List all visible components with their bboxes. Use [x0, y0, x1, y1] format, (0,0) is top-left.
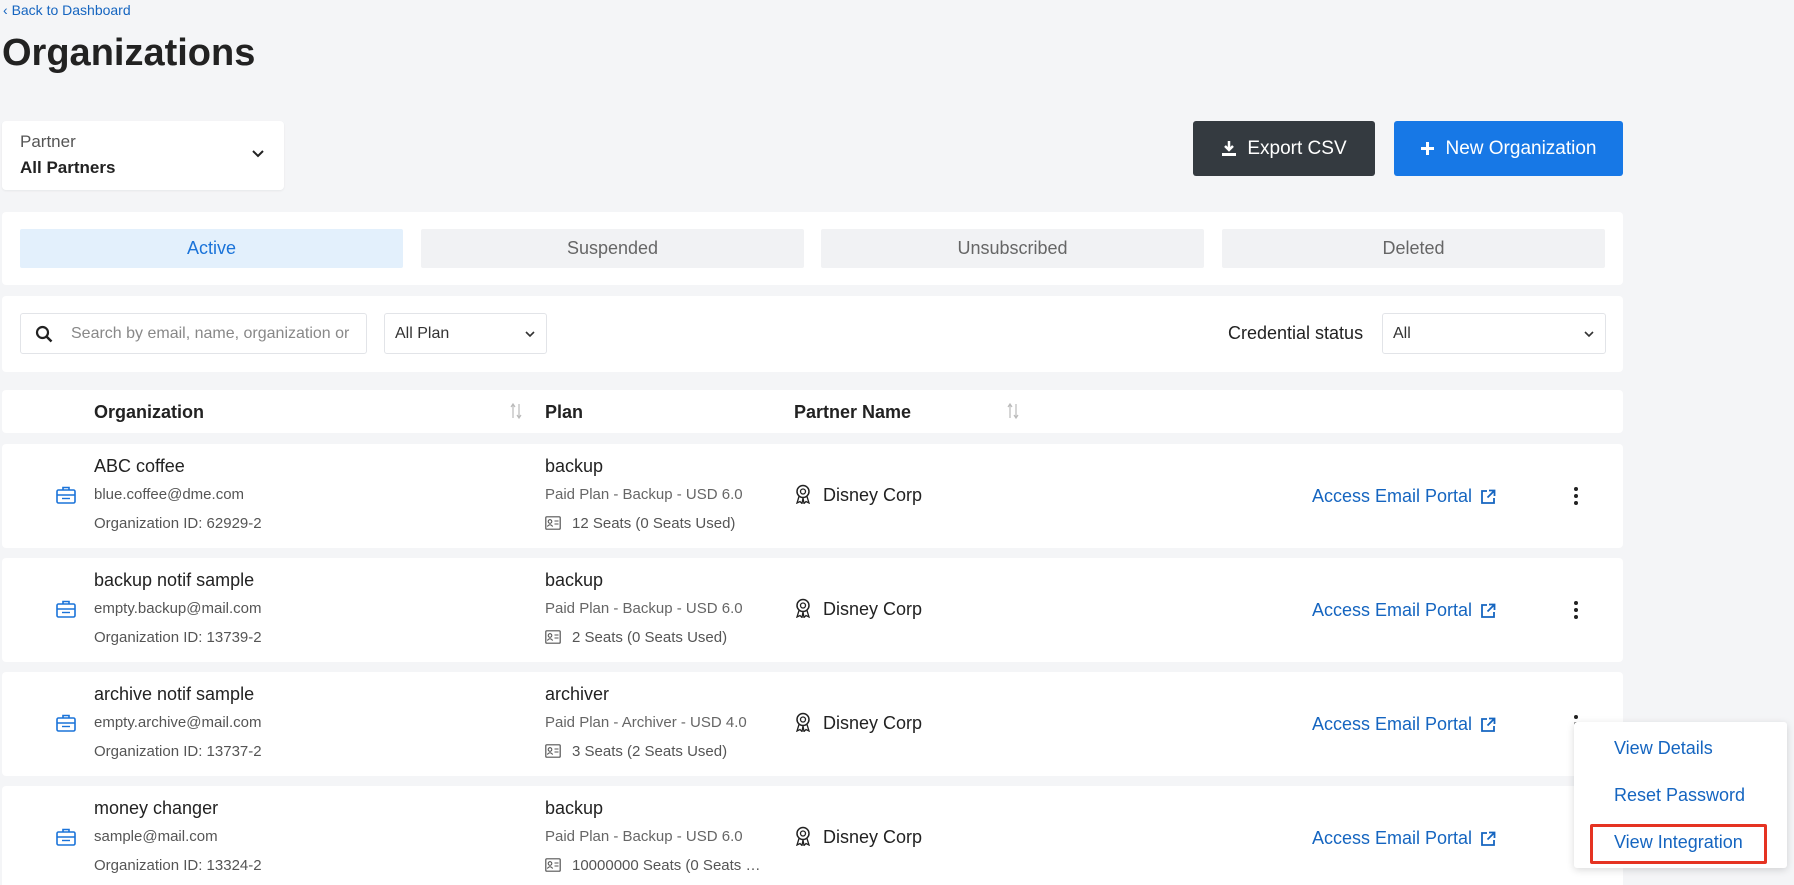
organization-email: empty.backup@mail.com: [94, 600, 262, 617]
plan-description: Paid Plan - Archiver - USD 4.0: [545, 714, 747, 731]
export-csv-label: Export CSV: [1247, 137, 1347, 159]
partner-badge-icon: [796, 712, 810, 732]
access-email-portal-label: Access Email Portal: [1312, 486, 1473, 506]
credential-status-select[interactable]: All: [1382, 313, 1606, 354]
credential-status-label: Credential status: [1228, 323, 1364, 343]
sort-icon[interactable]: [1007, 402, 1019, 420]
partner-select-value: All Partners: [20, 158, 116, 177]
export-csv-button[interactable]: Export CSV: [1193, 121, 1375, 176]
organization-id: Organization ID: 13324-2: [94, 857, 262, 874]
partner-badge-icon: [796, 598, 810, 618]
table-header: Organization Plan Partner Name: [2, 390, 1623, 433]
filter-bar: All Plan Credential status All: [2, 296, 1623, 372]
organization-name: archive notif sample: [94, 684, 255, 704]
plan-name: backup: [545, 570, 604, 590]
access-email-portal-link[interactable]: Access Email Portal: [1312, 600, 1496, 621]
seats-count: 10000000 Seats (0 Seats Used): [572, 857, 770, 874]
menu-item-view-integration[interactable]: View Integration: [1614, 832, 1743, 853]
access-email-portal-link[interactable]: Access Email Portal: [1312, 828, 1496, 849]
tab-active[interactable]: Active: [20, 229, 403, 268]
back-to-dashboard-link[interactable]: ‹ Back to Dashboard: [3, 2, 131, 18]
partner-select-label: Partner: [20, 132, 76, 151]
credential-status-value: All: [1393, 324, 1411, 342]
search-box: [20, 313, 367, 354]
download-icon: [1222, 141, 1237, 156]
seat-card-icon: [545, 630, 561, 644]
organization-name: backup notif sample: [94, 570, 255, 590]
chevron-down-icon: [252, 150, 264, 158]
menu-item-view-details[interactable]: View Details: [1614, 738, 1713, 759]
chevron-left-icon: ‹: [3, 2, 8, 18]
column-header-partner[interactable]: Partner Name: [794, 402, 911, 423]
status-tabs: Active Suspended Unsubscribed Deleted: [2, 212, 1623, 285]
menu-item-reset-password[interactable]: Reset Password: [1614, 785, 1745, 806]
plan-name: backup: [545, 798, 604, 818]
column-header-plan: Plan: [545, 402, 584, 422]
plan-name: backup: [545, 456, 604, 476]
partner-name: Disney Corp: [823, 599, 923, 619]
table-row[interactable]: archive notif sample empty.archive@mail.…: [2, 672, 1623, 776]
external-link-icon: [1481, 489, 1496, 504]
column-header-organization[interactable]: Organization: [94, 402, 204, 423]
partner-badge-icon: [796, 826, 810, 846]
organization-email: blue.coffee@dme.com: [94, 486, 245, 503]
external-link-icon: [1481, 603, 1496, 618]
plan-name: archiver: [545, 684, 610, 704]
briefcase-icon: [56, 600, 76, 618]
partner-select[interactable]: Partner All Partners: [2, 121, 284, 190]
chevron-down-icon: [525, 330, 535, 337]
access-email-portal-label: Access Email Portal: [1312, 600, 1473, 620]
row-actions-menu: View Details Reset Password View Integra…: [1574, 722, 1787, 868]
seats-count: 3 Seats (2 Seats Used): [572, 743, 728, 760]
seat-card-icon: [545, 744, 561, 758]
external-link-icon: [1481, 717, 1496, 732]
table-row[interactable]: ABC coffee blue.coffee@dme.com Organizat…: [2, 444, 1623, 548]
briefcase-icon: [56, 828, 76, 846]
plan-select-value: All Plan: [395, 324, 450, 342]
seats-count: 12 Seats (0 Seats Used): [572, 515, 736, 532]
external-link-icon: [1481, 831, 1496, 846]
tab-unsubscribed[interactable]: Unsubscribed: [821, 229, 1204, 268]
access-email-portal-link[interactable]: Access Email Portal: [1312, 486, 1496, 507]
table-row[interactable]: money changer sample@mail.com Organizati…: [2, 786, 1623, 885]
access-email-portal-label: Access Email Portal: [1312, 828, 1473, 848]
partner-name: Disney Corp: [823, 713, 923, 733]
plan-description: Paid Plan - Backup - USD 6.0: [545, 600, 743, 617]
sort-icon[interactable]: [510, 402, 522, 420]
more-options-icon[interactable]: [1570, 598, 1582, 622]
organization-email: sample@mail.com: [94, 828, 218, 845]
access-email-portal-link[interactable]: Access Email Portal: [1312, 714, 1496, 735]
new-organization-label: New Organization: [1445, 137, 1597, 159]
briefcase-icon: [56, 714, 76, 732]
more-options-icon[interactable]: [1570, 484, 1582, 508]
partner-badge-icon: [796, 484, 810, 504]
plan-description: Paid Plan - Backup - USD 6.0: [545, 486, 743, 503]
chevron-down-icon: [1584, 330, 1594, 337]
tab-suspended[interactable]: Suspended: [421, 229, 804, 268]
organization-name: money changer: [94, 798, 219, 818]
back-link-label: Back to Dashboard: [11, 2, 131, 18]
seat-card-icon: [545, 858, 561, 872]
access-email-portal-label: Access Email Portal: [1312, 714, 1473, 734]
seats-count: 2 Seats (0 Seats Used): [572, 629, 728, 646]
organization-name: ABC coffee: [94, 456, 185, 476]
plus-icon: [1421, 142, 1435, 155]
tab-deleted[interactable]: Deleted: [1222, 229, 1605, 268]
organization-id: Organization ID: 13739-2: [94, 629, 262, 646]
seat-card-icon: [545, 516, 561, 530]
organization-email: empty.archive@mail.com: [94, 714, 262, 731]
new-organization-button[interactable]: New Organization: [1394, 121, 1623, 176]
search-input[interactable]: [71, 324, 351, 343]
partner-name: Disney Corp: [823, 827, 923, 847]
table-row[interactable]: backup notif sample empty.backup@mail.co…: [2, 558, 1623, 662]
partner-name: Disney Corp: [823, 485, 923, 505]
search-icon: [35, 325, 53, 342]
organization-id: Organization ID: 13737-2: [94, 743, 262, 760]
organization-id: Organization ID: 62929-2: [94, 515, 262, 532]
page-title: Organizations: [2, 32, 256, 74]
briefcase-icon: [56, 486, 76, 504]
plan-description: Paid Plan - Backup - USD 6.0: [545, 828, 743, 845]
plan-select[interactable]: All Plan: [384, 313, 547, 354]
